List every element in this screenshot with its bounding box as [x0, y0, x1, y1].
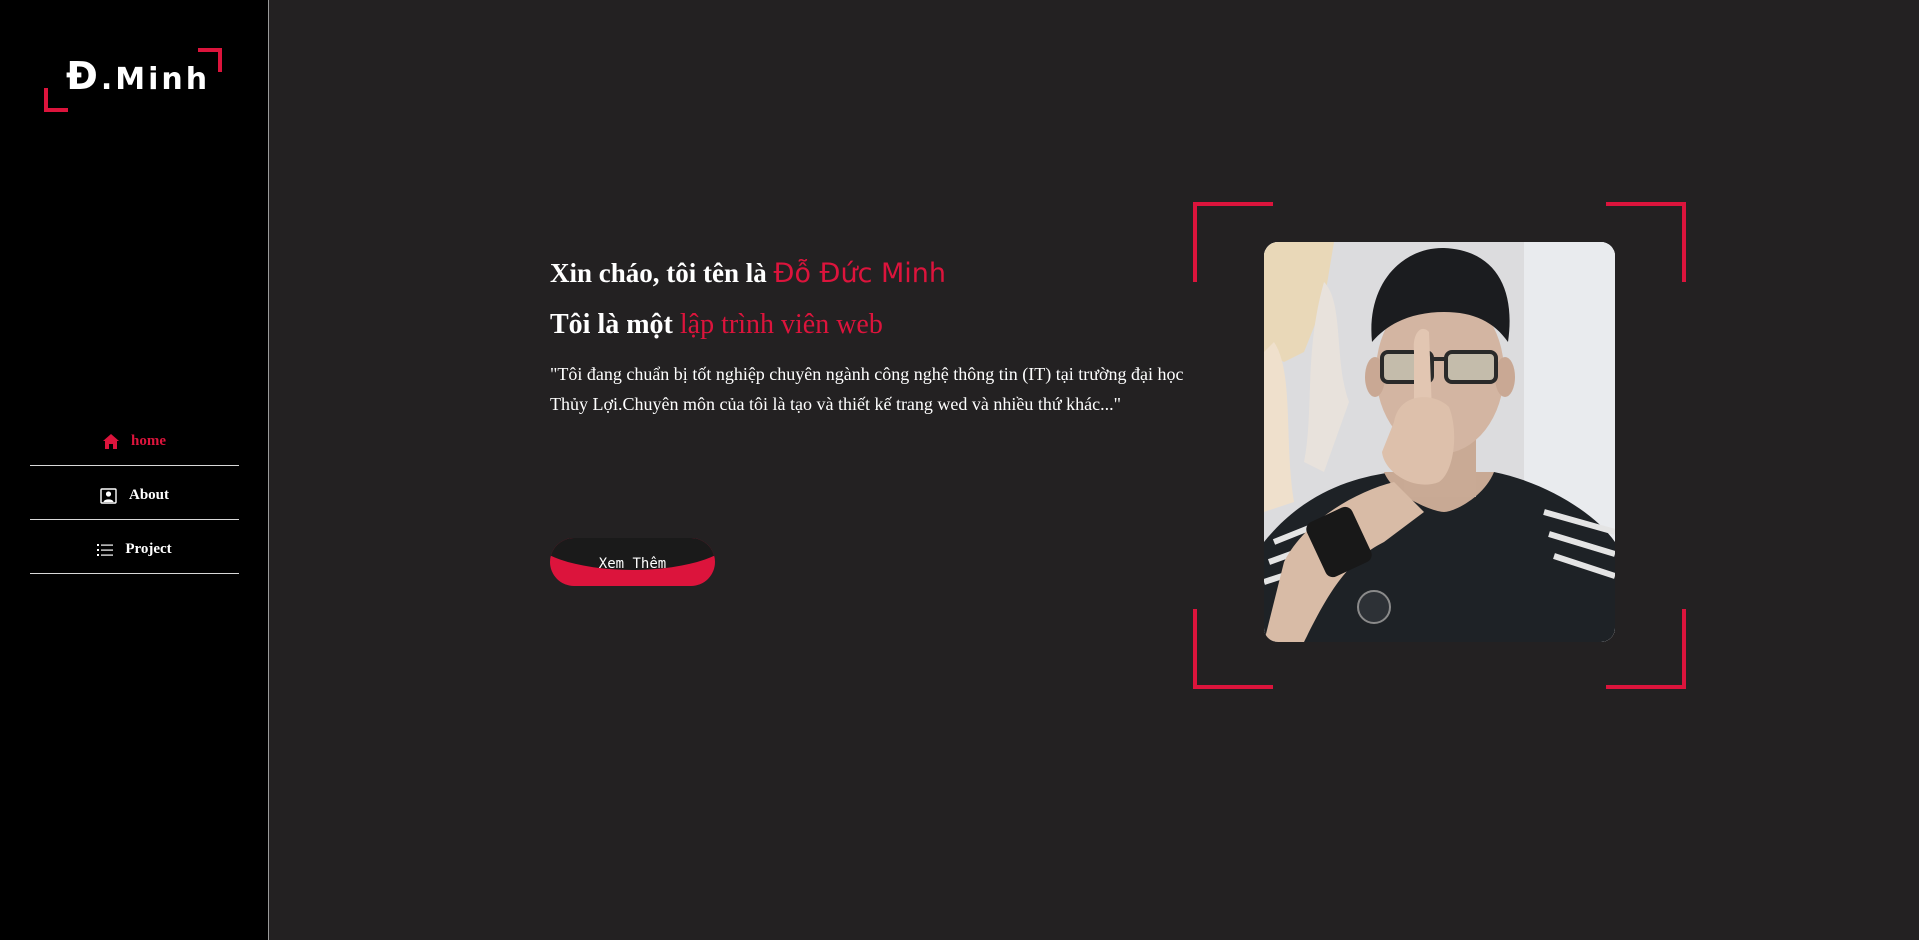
sidebar: Đ.Minh home About Project	[0, 0, 269, 940]
see-more-button[interactable]: Xem Thêm	[550, 538, 715, 586]
user-icon	[100, 487, 117, 504]
greeting-heading: Xin cháo, tôi tên là Đỗ Đức Minh	[550, 258, 1210, 289]
frame-corner-bottom-left	[1193, 609, 1273, 689]
profile-photo	[1264, 242, 1615, 642]
logo[interactable]: Đ.Minh	[44, 48, 224, 112]
nav-item-label: home	[131, 433, 166, 449]
nav-item-project[interactable]: Project	[30, 520, 239, 574]
frame-corner-bottom-right	[1606, 609, 1686, 689]
hero-section: Xin cháo, tôi tên là Đỗ Đức Minh Tôi là …	[550, 258, 1210, 419]
nav-item-label: About	[128, 487, 169, 503]
see-more-label: Xem Thêm	[598, 556, 667, 572]
nav-item-label: Project	[125, 541, 172, 557]
greeting-prefix: Xin cháo, tôi tên là	[550, 258, 767, 288]
role-prefix: Tôi là một	[550, 309, 673, 340]
role-title: lập trình viên web	[679, 309, 883, 340]
list-icon	[97, 543, 114, 557]
frame-corner-top-right	[1606, 202, 1686, 282]
role-heading: Tôi là một lập trình viên web	[550, 309, 1210, 341]
sidebar-nav: home About Project	[30, 412, 239, 574]
nav-item-home[interactable]: home	[30, 412, 239, 466]
logo-corner-bottom-left	[44, 88, 68, 112]
intro-text: "Tôi đang chuẩn bị tốt nghiệp chuyên ngà…	[550, 364, 1184, 414]
owner-name: Đỗ Đức Minh	[773, 258, 947, 289]
logo-rest: .Minh	[100, 62, 211, 97]
logo-initial: Đ	[66, 54, 101, 98]
logo-text: Đ.Minh	[66, 54, 210, 98]
nav-item-about[interactable]: About	[30, 466, 239, 520]
frame-corner-top-left	[1193, 202, 1273, 282]
home-icon	[103, 434, 119, 449]
